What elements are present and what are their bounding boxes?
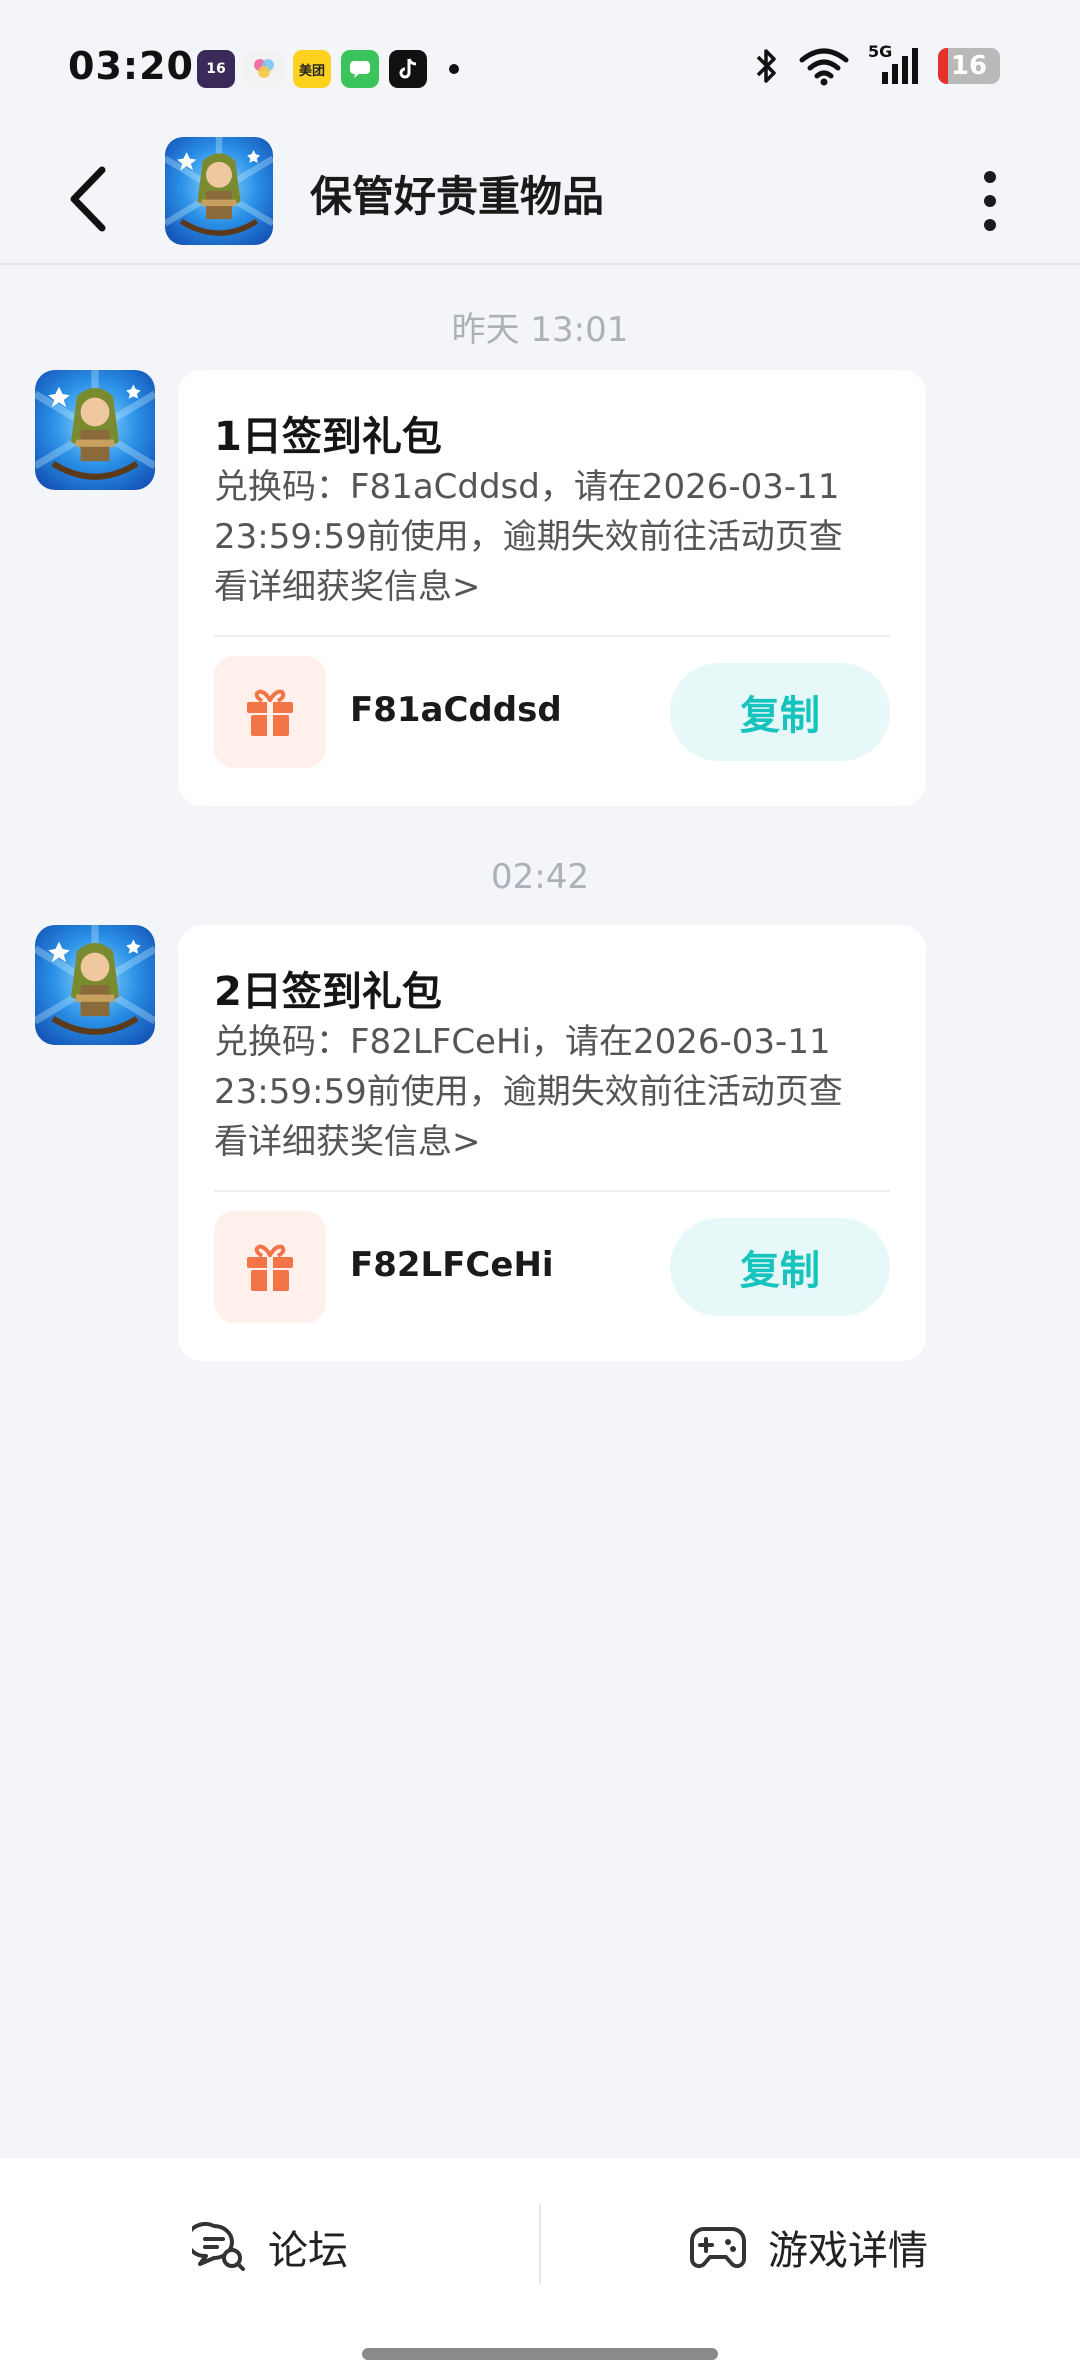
gift-description[interactable]: 兑换码：F81aCddsd，请在2026-03-11 23:59:59前使用，逾… (214, 462, 874, 612)
gift-description[interactable]: 兑换码：F82LFCeHi，请在2026-03-11 23:59:59前使用，逾… (214, 1017, 874, 1167)
system-icons: 5G 16 (754, 42, 1000, 86)
game-details-button[interactable]: 游戏详情 (690, 2218, 928, 2276)
gift-title: 1日签到礼包 (214, 414, 442, 460)
status-bar: 03:20 16 美团 5G 16 (0, 0, 1080, 135)
chat-header: 保管好贵重物品 (0, 135, 1080, 265)
calendar-app-icon: 16 (197, 50, 235, 88)
more-options-button[interactable] (960, 165, 1020, 237)
forum-icon (192, 2222, 245, 2271)
back-button[interactable] (58, 157, 118, 241)
gift-icon (247, 689, 293, 736)
card-divider (214, 635, 890, 637)
back-arrow-icon (70, 166, 106, 232)
redeem-code: F81aCddsd (350, 690, 562, 730)
gift-icon-box (214, 656, 326, 768)
game-avatar[interactable] (165, 137, 273, 245)
gift-message-card[interactable]: 2日签到礼包 兑换码：F82LFCeHi，请在2026-03-11 23:59:… (178, 925, 926, 1361)
gift-title: 2日签到礼包 (214, 969, 442, 1015)
bluetooth-icon (756, 49, 776, 83)
notification-icons: 16 美团 (197, 50, 459, 88)
status-time: 03:20 (68, 44, 194, 88)
card-divider (214, 1190, 890, 1192)
message-timestamp: 昨天 13:01 (451, 310, 629, 350)
wifi-icon (799, 48, 849, 86)
gift-icon-box (214, 1211, 326, 1323)
message-timestamp: 02:42 (491, 857, 589, 897)
redeem-code: F82LFCeHi (350, 1245, 554, 1285)
game-details-label: 游戏详情 (768, 2228, 928, 2274)
bottom-action-bar: 论坛 游戏详情 (0, 2158, 1080, 2377)
meituan-app-icon: 美团 (293, 50, 331, 88)
gamepad-icon (690, 2227, 746, 2269)
bottom-divider (539, 2204, 541, 2284)
messages-app-icon (341, 50, 379, 88)
sender-avatar[interactable] (35, 925, 155, 1045)
battery-icon: 16 (938, 48, 1000, 84)
gift-icon (247, 1244, 293, 1291)
photos-app-icon (245, 50, 283, 88)
cellular-signal-icon: 5G (868, 42, 920, 86)
sender-avatar[interactable] (35, 370, 155, 490)
forum-label: 论坛 (268, 2228, 348, 2274)
more-notifications-dot (449, 64, 459, 74)
more-vertical-icon (984, 171, 996, 183)
home-indicator[interactable] (362, 2348, 718, 2360)
chat-title: 保管好贵重物品 (310, 172, 605, 221)
copy-button[interactable]: 复制 (670, 1218, 890, 1316)
copy-button[interactable]: 复制 (670, 663, 890, 761)
tiktok-app-icon (389, 50, 427, 88)
forum-button[interactable]: 论坛 (192, 2218, 348, 2276)
battery-level: 16 (950, 51, 988, 81)
gift-message-card[interactable]: 1日签到礼包 兑换码：F81aCddsd，请在2026-03-11 23:59:… (178, 370, 926, 806)
